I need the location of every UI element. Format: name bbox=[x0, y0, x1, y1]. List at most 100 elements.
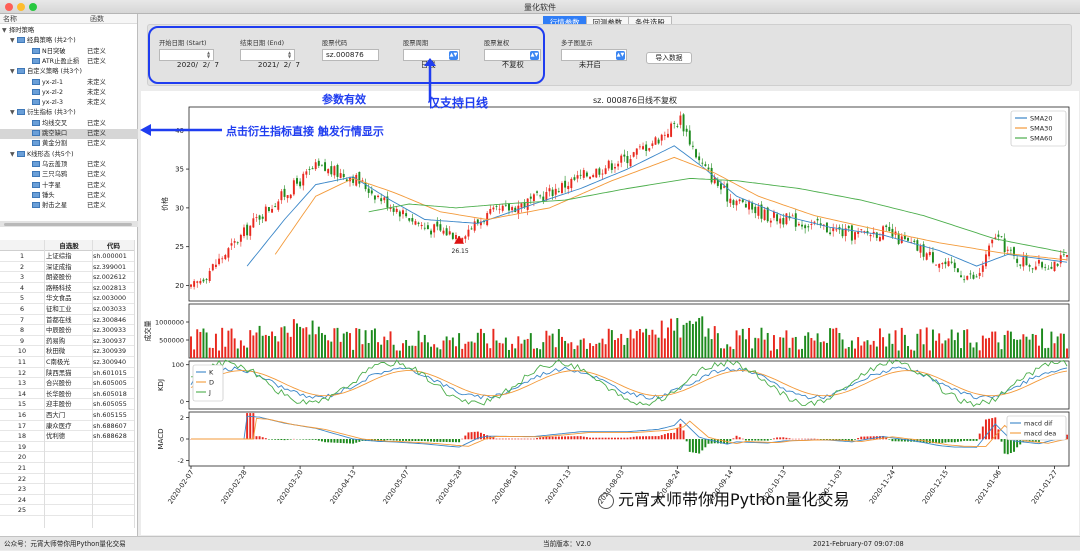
table-row[interactable]: 10秋田微sz.300939 bbox=[0, 346, 134, 357]
tree-group[interactable]: ▼衍生指标 (共3个) bbox=[0, 108, 138, 118]
candle-body bbox=[754, 207, 756, 213]
chart-canvas: sz. 000876日线不复权价格成交量KDJMACD2025303540500… bbox=[141, 91, 1079, 535]
table-row[interactable]: 20 bbox=[0, 452, 134, 463]
candle-body bbox=[1019, 264, 1021, 265]
candle-body bbox=[583, 170, 585, 178]
tree-item[interactable]: N日突破已定义 bbox=[0, 47, 138, 57]
macd-bar bbox=[427, 439, 429, 441]
tree-group[interactable]: ▼经典策略 (共2个) bbox=[0, 36, 138, 46]
macd-bar bbox=[938, 439, 940, 443]
candle-body bbox=[835, 229, 837, 230]
expand-arrow-icon[interactable]: ▼ bbox=[10, 36, 15, 46]
macd-bar bbox=[742, 439, 744, 440]
legend-label: macd dea bbox=[1024, 430, 1056, 438]
table-row[interactable]: 12陕西黑猫sh.601015 bbox=[0, 368, 134, 379]
tree-item[interactable]: 均线交叉已定义 bbox=[0, 119, 138, 129]
table-row[interactable]: 17康众医疗sh.688607 bbox=[0, 421, 134, 432]
table-row[interactable]: 25 bbox=[0, 505, 134, 516]
volume-bar bbox=[489, 348, 491, 358]
table-row[interactable]: 7首都在线sz.300846 bbox=[0, 315, 134, 326]
macd-bar bbox=[573, 436, 575, 439]
table-row[interactable]: 15迎丰股份sh.605055 bbox=[0, 399, 134, 410]
macd-bar bbox=[814, 439, 816, 440]
header-stock: 自选股 bbox=[46, 240, 92, 250]
tree-item-label: 射击之星 bbox=[42, 202, 67, 209]
tree-item[interactable]: 十字星已定义 bbox=[0, 181, 138, 191]
tree-group[interactable]: ▼K线形态 (共5个) bbox=[0, 150, 138, 160]
expand-arrow-icon[interactable]: ▼ bbox=[10, 67, 15, 77]
table-row[interactable]: 2深证成指sz.399001 bbox=[0, 262, 134, 273]
tree-item[interactable]: yx-zl-2未定义 bbox=[0, 88, 138, 98]
macd-bar bbox=[605, 438, 607, 440]
volume-bar bbox=[798, 349, 800, 358]
macd-bar bbox=[732, 438, 734, 439]
table-row[interactable]: 5华文食品sz.003000 bbox=[0, 293, 134, 304]
price-ytick-label: 40 bbox=[175, 127, 184, 135]
tree-group[interactable]: ▼择时策略 bbox=[0, 26, 138, 36]
tree-item[interactable]: 乌云盖顶已定义 bbox=[0, 160, 138, 170]
volume-bar bbox=[642, 332, 644, 358]
expand-arrow-icon[interactable]: ▼ bbox=[10, 150, 15, 160]
macd-bar bbox=[393, 439, 395, 440]
table-row[interactable]: 18优利德sh.688628 bbox=[0, 431, 134, 442]
tree-item[interactable]: ATR止盈止损已定义 bbox=[0, 57, 138, 67]
macd-bar bbox=[807, 439, 809, 440]
candle-body bbox=[433, 224, 435, 232]
tree-item[interactable]: yx-zl-1未定义 bbox=[0, 78, 138, 88]
legend-label: D bbox=[209, 379, 214, 387]
candle-body bbox=[255, 217, 257, 218]
candle-body bbox=[857, 232, 859, 234]
volume-bar bbox=[835, 328, 837, 358]
volume-bar bbox=[480, 329, 482, 358]
panel-splitter[interactable] bbox=[0, 221, 138, 227]
expand-arrow-icon[interactable]: ▼ bbox=[10, 108, 15, 118]
table-row[interactable]: 24 bbox=[0, 495, 134, 506]
volume-bar bbox=[736, 330, 738, 358]
tree-item[interactable]: 跳空缺口已定义 bbox=[0, 129, 138, 139]
tree-item[interactable]: 三只乌鸦已定义 bbox=[0, 170, 138, 180]
tree-item[interactable]: 黄金分割已定义 bbox=[0, 139, 138, 149]
macd-bar bbox=[343, 439, 345, 443]
candle-body bbox=[284, 189, 286, 197]
tree-item[interactable]: yx-zl-3未定义 bbox=[0, 98, 138, 108]
legend-label: K bbox=[209, 369, 214, 377]
candle-body bbox=[218, 259, 220, 264]
candle-body bbox=[720, 183, 722, 189]
table-row[interactable]: 1上证综指sh.000001 bbox=[0, 251, 134, 262]
table-row[interactable]: 4路畅科技sz.002813 bbox=[0, 283, 134, 294]
import-data-button[interactable]: 导入数据 bbox=[646, 52, 692, 64]
table-row[interactable]: 22 bbox=[0, 474, 134, 485]
table-row[interactable]: 19 bbox=[0, 442, 134, 453]
table-row[interactable]: 8中辰股份sz.300933 bbox=[0, 325, 134, 336]
table-row[interactable]: 13合兴股份sh.605005 bbox=[0, 378, 134, 389]
tree-item[interactable]: 锤头已定义 bbox=[0, 191, 138, 201]
candle-body bbox=[779, 219, 781, 224]
tree-item-label: 择时策略 bbox=[9, 27, 34, 34]
folder-icon bbox=[32, 140, 40, 146]
table-row[interactable]: 6征和工业sz.003033 bbox=[0, 304, 134, 315]
table-row[interactable]: 16西大门sh.605155 bbox=[0, 410, 134, 421]
expand-arrow-icon[interactable]: ▼ bbox=[2, 26, 7, 36]
macd-bar bbox=[321, 439, 323, 441]
volume-bar bbox=[405, 340, 407, 358]
candle-body bbox=[655, 137, 657, 144]
volume-bar bbox=[645, 329, 647, 358]
candle-body bbox=[449, 231, 451, 234]
volume-bar bbox=[745, 339, 747, 358]
table-row[interactable]: 23 bbox=[0, 484, 134, 495]
stock-code: sh.605005 bbox=[93, 378, 134, 389]
volume-bar bbox=[795, 337, 797, 358]
tree-item[interactable]: 射击之星已定义 bbox=[0, 201, 138, 211]
table-row[interactable]: 14长华股份sh.605018 bbox=[0, 389, 134, 400]
macd-bar bbox=[642, 436, 644, 439]
subplot-select[interactable]: 未开启▲▼ bbox=[561, 49, 627, 61]
table-row[interactable]: 11C南极光sz.300940 bbox=[0, 357, 134, 368]
volume-bar bbox=[636, 331, 638, 358]
candle-body bbox=[199, 281, 201, 283]
table-row[interactable]: 3朗姿股份sz.002612 bbox=[0, 272, 134, 283]
macd-bar bbox=[586, 437, 588, 439]
table-row[interactable]: 9药易购sz.300937 bbox=[0, 336, 134, 347]
table-row[interactable]: 21 bbox=[0, 463, 134, 474]
tree-group[interactable]: ▼自定义策略 (共3个) bbox=[0, 67, 138, 77]
macd-bar bbox=[948, 439, 950, 442]
